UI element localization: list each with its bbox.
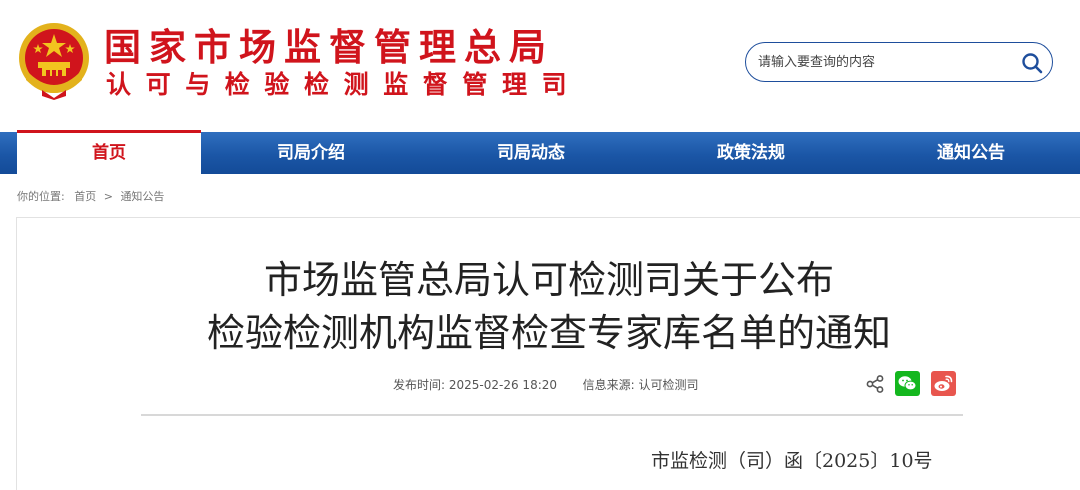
site-title: 国家市场监督管理总局 (104, 26, 554, 69)
publish-label: 发布时间: (393, 378, 446, 392)
site-subtitle: 认可与检验检测监督管理司 (106, 70, 582, 99)
breadcrumb-home-link[interactable]: 首页 (74, 188, 96, 204)
nav-item-about[interactable]: 司局介绍 (220, 132, 402, 174)
article-meta: 发布时间: 2025-02-26 18:20 信息来源: 认可检测司 (393, 376, 699, 393)
nav-item-news[interactable]: 司局动态 (440, 132, 622, 174)
article-panel: 市场监管总局认可检测司关于公布 检验检测机构监督检查专家库名单的通知 发布时间:… (16, 217, 1080, 490)
article-divider (141, 414, 963, 416)
article-title-line2: 检验检测机构监督检查专家库名单的通知 (206, 311, 891, 355)
document-number: 市监检测（司）函〔2025〕10号 (651, 450, 933, 472)
weibo-icon[interactable] (931, 371, 956, 396)
nav-item-policy[interactable]: 政策法规 (660, 132, 842, 174)
source-label: 信息来源: (582, 378, 635, 392)
breadcrumb-current-link[interactable]: 通知公告 (120, 188, 164, 204)
breadcrumb: 你的位置: 首页 > 通知公告 (17, 188, 164, 204)
page: 国家市场监督管理总局 认可与检验检测监督管理司 首页 司局介绍 司局动态 政策法… (0, 0, 1080, 490)
share-icon[interactable] (865, 374, 885, 394)
search-icon[interactable] (1020, 51, 1044, 75)
breadcrumb-prefix: 你的位置: (17, 190, 65, 203)
wechat-icon[interactable] (895, 371, 920, 396)
search-box (745, 42, 1053, 82)
breadcrumb-separator: > (103, 190, 113, 203)
search-input[interactable] (758, 51, 1008, 73)
national-emblem-logo (19, 23, 89, 100)
article-title-line1: 市场监管总局认可检测司关于公布 (263, 258, 834, 302)
main-nav: 首页 司局介绍 司局动态 政策法规 通知公告 (0, 130, 1080, 174)
source-value: 认可检测司 (638, 378, 699, 392)
publish-time: 2025-02-26 18:20 (448, 378, 558, 392)
nav-item-home[interactable]: 首页 (17, 130, 201, 174)
site-header: 国家市场监督管理总局 认可与检验检测监督管理司 (0, 0, 1080, 132)
nav-item-notices[interactable]: 通知公告 (880, 132, 1062, 174)
